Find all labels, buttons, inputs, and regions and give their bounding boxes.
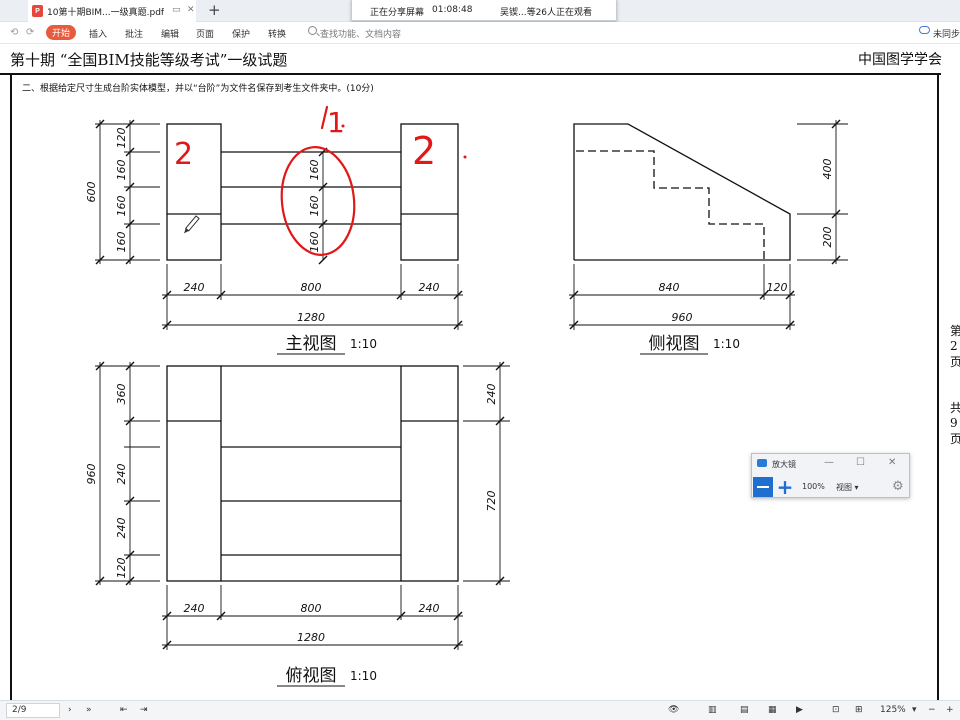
prev-view-icon[interactable]: ⇤ xyxy=(120,705,128,715)
minimize-icon[interactable]: — xyxy=(824,457,834,468)
dim-front-w2: 800 xyxy=(301,281,322,294)
magnifier-zoom: 100% xyxy=(802,482,825,491)
side-view-title: 侧视图 xyxy=(649,334,700,354)
document-page: 第十期 “全国BIM技能等级考试”一级试题 中国图学学会 二、根据给定尺寸生成台… xyxy=(0,44,960,700)
zoom-level[interactable]: 125% xyxy=(880,705,906,715)
magnifier-icon xyxy=(757,459,767,467)
next-view-icon[interactable]: ⇥ xyxy=(140,705,148,715)
magnifier-window[interactable]: 放大镜 — ☐ ✕ + 100% 视图 ▾ ⚙ xyxy=(751,453,910,498)
dim-front-wtotal: 1280 xyxy=(297,311,325,324)
dim-side-w1: 840 xyxy=(659,281,680,294)
dim-top-w2: 800 xyxy=(301,602,322,615)
zoom-in-button[interactable]: + xyxy=(775,477,795,497)
side-view-scale: 1:10 xyxy=(713,337,740,351)
pdf-file-icon: P xyxy=(32,5,43,17)
dim-top-3: 240 xyxy=(115,518,128,539)
continuous-icon[interactable]: ▦ xyxy=(768,705,777,715)
dim-front-total: 600 xyxy=(85,182,98,203)
dim-top-1: 360 xyxy=(115,384,128,405)
pen-cursor-icon xyxy=(184,215,200,234)
dim-inner-3: 160 xyxy=(308,232,321,253)
magnifier-title: 放大镜 xyxy=(772,460,796,469)
front-view-scale: 1:10 xyxy=(350,337,377,351)
zoom-out-button[interactable] xyxy=(753,477,773,497)
dim-side-h2: 200 xyxy=(821,227,834,248)
dim-inner-2: 160 xyxy=(308,196,321,217)
redo-icon[interactable]: ⟳ xyxy=(26,27,34,38)
search-icon[interactable] xyxy=(308,26,317,35)
dim-top-total: 960 xyxy=(85,464,98,485)
dim-front-1: 120 xyxy=(115,128,128,149)
fit-width-icon[interactable]: ⊞ xyxy=(855,705,863,715)
dim-front-w3: 240 xyxy=(419,281,440,294)
pdf-reader-window: { "tabbar": { "tab_icon": "pdf-file-icon… xyxy=(0,0,960,720)
sync-status[interactable]: 未同步 xyxy=(933,27,960,40)
status-bar: 2/9 › » ⇤ ⇥ 👁 ▥ ▤ ▦ ▶ ⊡ ⊞ 125% ▾ − + xyxy=(0,700,960,720)
maximize-icon[interactable]: ☐ xyxy=(856,457,865,468)
dim-front-w1: 240 xyxy=(184,281,205,294)
double-page-icon[interactable]: ▤ xyxy=(740,705,749,715)
tab-convert[interactable]: 转换 xyxy=(268,27,286,40)
front-view-title: 主视图 xyxy=(286,334,337,354)
next-page-icon[interactable]: › xyxy=(68,705,72,715)
annotation-dot-1 xyxy=(341,124,345,128)
annotation-text-2: 1 xyxy=(327,106,345,139)
tab-title: 10第十期BIM...一级真题.pdf xyxy=(47,7,165,18)
page-number-input[interactable]: 2/9 xyxy=(6,703,60,718)
close-icon[interactable]: ✕ xyxy=(888,457,896,468)
tab-restore-icon[interactable]: ▭ xyxy=(172,5,181,15)
dim-top-r1: 240 xyxy=(485,384,498,405)
zoom-dropdown-icon[interactable]: ▾ xyxy=(912,705,917,715)
new-tab-icon[interactable]: + xyxy=(208,1,221,19)
share-status: 正在分享屏幕 xyxy=(370,8,425,18)
viewer-count: 吴锲...等26人正在观看 xyxy=(500,8,593,18)
zoom-in-icon[interactable]: + xyxy=(946,705,954,715)
share-time: 01:08:48 xyxy=(432,5,473,15)
document-tab[interactable]: P 10第十期BIM...一级真题.pdf xyxy=(28,0,196,22)
screen-share-banner: 正在分享屏幕 01:08:48 吴锲...等26人正在观看 xyxy=(351,0,617,21)
top-view-scale: 1:10 xyxy=(350,669,377,683)
dim-front-4: 160 xyxy=(115,232,128,253)
actual-size-icon[interactable]: ⊡ xyxy=(832,705,840,715)
dim-side-w2: 120 xyxy=(767,281,788,294)
tab-edit[interactable]: 编辑 xyxy=(161,27,179,40)
last-page-icon[interactable]: » xyxy=(86,705,92,715)
dim-inner-1: 160 xyxy=(308,160,321,181)
undo-icon[interactable]: ⟲ xyxy=(10,27,18,38)
search-input[interactable]: 查找功能、文档内容 xyxy=(320,27,401,40)
single-page-icon[interactable]: ▥ xyxy=(708,705,717,715)
settings-gear-icon[interactable]: ⚙ xyxy=(892,479,904,494)
dim-front-3: 160 xyxy=(115,196,128,217)
dim-top-w3: 240 xyxy=(419,602,440,615)
annotation-text-1: 2 xyxy=(174,137,193,172)
dim-top-wtotal: 1280 xyxy=(297,631,325,644)
tab-close-icon[interactable]: ✕ xyxy=(187,5,195,15)
dim-top-r2: 720 xyxy=(485,491,498,512)
eye-icon[interactable]: 👁 xyxy=(668,705,679,715)
dim-side-h1: 400 xyxy=(821,159,834,180)
top-view-title: 俯视图 xyxy=(286,666,337,686)
tab-protect[interactable]: 保护 xyxy=(232,27,250,40)
annotation-dot-2 xyxy=(463,155,467,159)
tab-page[interactable]: 页面 xyxy=(196,27,214,40)
tab-bar: P 10第十期BIM...一级真题.pdf ▭ ✕ + 正在分享屏幕 01:08… xyxy=(0,0,960,22)
magnifier-view-dropdown[interactable]: 视图 ▾ xyxy=(836,482,859,493)
zoom-out-icon[interactable]: − xyxy=(928,705,936,715)
dim-top-4: 120 xyxy=(115,558,128,579)
dim-top-w1: 240 xyxy=(184,602,205,615)
dim-top-2: 240 xyxy=(115,464,128,485)
tab-insert[interactable]: 插入 xyxy=(89,27,107,40)
ribbon-toolbar: ⟲ ⟳ 开始 插入 批注 编辑 页面 保护 转换 查找功能、文档内容 未同步 xyxy=(0,22,960,44)
play-icon[interactable]: ▶ xyxy=(796,705,803,715)
tab-start[interactable]: 开始 xyxy=(46,25,76,40)
tab-annotate[interactable]: 批注 xyxy=(125,27,143,40)
side-view xyxy=(573,123,791,261)
dim-front-2: 160 xyxy=(115,160,128,181)
technical-drawing: 600 120 160 160 160 160 160 160 240 800 … xyxy=(85,105,848,687)
annotation-text-3: 2 xyxy=(412,129,436,173)
cloud-sync-icon[interactable] xyxy=(919,26,930,34)
dim-side-wtotal: 960 xyxy=(672,311,693,324)
top-view xyxy=(166,365,459,582)
